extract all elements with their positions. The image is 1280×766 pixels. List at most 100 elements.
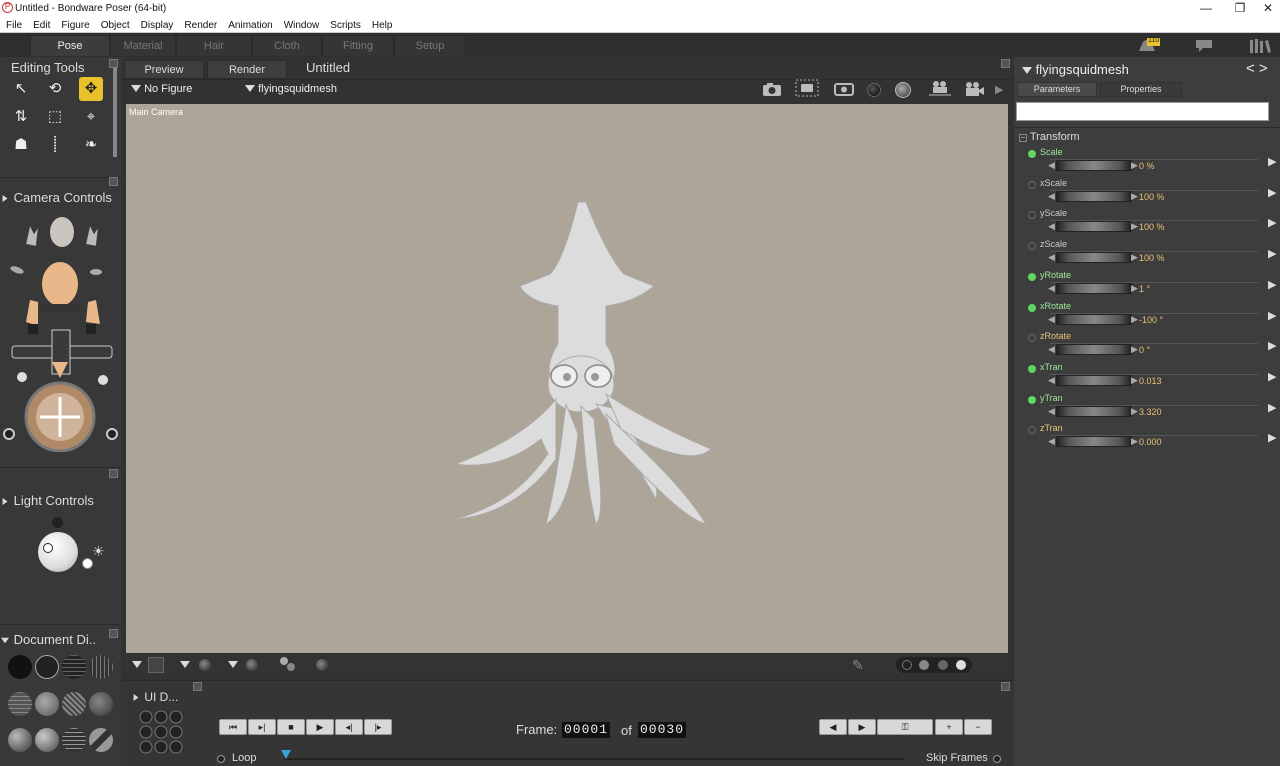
keyframe-indicator-icon[interactable] <box>1028 364 1036 373</box>
object-selector[interactable]: flyingsquidmesh <box>245 83 337 95</box>
shadow-toggle-icon[interactable] <box>148 657 164 673</box>
display-wireframe-icon[interactable] <box>62 655 86 679</box>
morph-brush-icon[interactable]: ❧ <box>79 133 103 157</box>
parameter-value[interactable]: 0.000 <box>1139 437 1162 447</box>
room-tab-material[interactable]: Material <box>110 35 176 56</box>
parameter-dial[interactable] <box>1056 313 1132 325</box>
taper-tool-icon[interactable]: ⌖ <box>79 105 103 129</box>
ui-dots-grid[interactable] <box>139 710 187 758</box>
parameter-value[interactable]: 100 % <box>1139 222 1165 232</box>
library-books-icon[interactable] <box>1248 37 1272 54</box>
dial-left-arrow-icon[interactable]: ◀ <box>1048 160 1055 171</box>
display-outline-icon[interactable] <box>35 655 59 679</box>
previous-keyframe-button[interactable]: ◀ <box>819 719 847 735</box>
parameters-menu-icon[interactable] <box>1001 59 1010 68</box>
menu-object[interactable]: Object <box>95 17 135 32</box>
scroll-right-icon[interactable]: ▶ <box>995 83 1003 96</box>
room-tab-setup[interactable]: Setup <box>394 35 466 56</box>
area-render-icon[interactable] <box>795 79 819 97</box>
timeline-scrubber-track[interactable] <box>284 758 904 760</box>
element-style-ball-icon[interactable] <box>246 659 258 671</box>
display-grid-icon[interactable] <box>62 728 86 752</box>
parameter-expand-arrow-icon[interactable]: ▶ <box>1268 309 1276 322</box>
dial-left-arrow-icon[interactable]: ◀ <box>1048 221 1055 232</box>
parameter-expand-arrow-icon[interactable]: ▶ <box>1268 278 1276 291</box>
step-forward-button[interactable]: ◂| <box>335 719 363 735</box>
dial-left-arrow-icon[interactable]: ◀ <box>1048 252 1055 263</box>
dial-right-arrow-icon[interactable]: ▶ <box>1131 160 1138 171</box>
dial-right-arrow-icon[interactable]: ▶ <box>1131 283 1138 294</box>
parameter-row-yRotate[interactable]: yRotate ◀ ▶ 1 ° ▶ <box>1014 268 1280 299</box>
parameter-value[interactable]: 100 % <box>1139 192 1165 202</box>
display-hidden-line-icon[interactable] <box>89 655 113 679</box>
collapse-minus-icon[interactable]: − <box>1019 134 1027 142</box>
dial-right-arrow-icon[interactable]: ▶ <box>1131 375 1138 386</box>
display-lit-wireframe-icon[interactable] <box>8 692 32 716</box>
skip-frames-checkbox[interactable] <box>993 755 1001 763</box>
parameter-expand-arrow-icon[interactable]: ▶ <box>1268 370 1276 383</box>
collapse-triangle-icon[interactable] <box>2 498 8 505</box>
keyframe-indicator-icon[interactable] <box>1028 272 1036 281</box>
left-panel-scrollbar[interactable] <box>110 57 121 157</box>
parameter-dial[interactable] <box>1056 436 1132 448</box>
minimize-button[interactable]: — <box>1188 1 1224 15</box>
parameter-row-Scale[interactable]: Scale ◀ ▶ 0 % ▶ <box>1014 145 1280 176</box>
dial-left-arrow-icon[interactable]: ◀ <box>1048 314 1055 325</box>
parameter-row-xRotate[interactable]: xRotate ◀ ▶ -100 ° ▶ <box>1014 299 1280 330</box>
chat-bubble-icon[interactable] <box>1194 38 1214 53</box>
parameter-row-zTran[interactable]: zTran ◀ ▶ 0.000 ▶ <box>1014 421 1280 452</box>
display-flat-lined-icon[interactable] <box>62 692 86 716</box>
view-mode-toggle[interactable] <box>896 657 972 673</box>
stop-button[interactable]: ■ <box>277 719 305 735</box>
animation-menu-icon[interactable] <box>1001 682 1010 691</box>
parameter-row-zScale[interactable]: zScale ◀ ▶ 100 % ▶ <box>1014 237 1280 268</box>
tab-preview[interactable]: Preview <box>124 60 204 79</box>
menu-window[interactable]: Window <box>278 17 325 32</box>
parameter-dial[interactable] <box>1056 405 1132 417</box>
dial-right-arrow-icon[interactable]: ▶ <box>1131 221 1138 232</box>
rotate-tool-icon[interactable]: ⟲ <box>43 77 67 101</box>
keyframe-indicator-icon[interactable] <box>1028 242 1036 251</box>
parameter-value[interactable]: -100 ° <box>1139 315 1163 325</box>
tab-parameters[interactable]: Parameters <box>1017 82 1097 97</box>
parameter-expand-arrow-icon[interactable]: ▶ <box>1268 186 1276 199</box>
preview-sphere-icon[interactable] <box>867 83 881 97</box>
keyframe-indicator-icon[interactable] <box>1028 395 1036 404</box>
sun-light-icon[interactable]: ☀ <box>92 543 105 560</box>
parameter-dial[interactable] <box>1056 344 1132 356</box>
menu-file[interactable]: File <box>0 17 27 32</box>
remove-keyframe-button[interactable]: − <box>964 719 992 735</box>
dial-left-arrow-icon[interactable]: ◀ <box>1048 436 1055 447</box>
figure-selector[interactable]: No Figure <box>131 83 192 95</box>
dial-right-arrow-icon[interactable]: ▶ <box>1131 191 1138 202</box>
dial-left-arrow-icon[interactable]: ◀ <box>1048 375 1055 386</box>
color-tool-icon[interactable]: ⸽ <box>43 133 67 157</box>
room-tab-pose[interactable]: Pose <box>30 35 110 56</box>
translate-tool-icon[interactable]: ✥ <box>79 77 103 101</box>
parameter-row-yScale[interactable]: yScale ◀ ▶ 100 % ▶ <box>1014 206 1280 237</box>
current-frame-field[interactable]: 00001 <box>562 722 611 738</box>
collapse-triangle-icon[interactable] <box>133 694 139 701</box>
parameter-dial[interactable] <box>1056 374 1132 386</box>
parameter-row-yTran[interactable]: yTran ◀ ▶ 3.320 ▶ <box>1014 391 1280 422</box>
parameter-value[interactable]: 3.320 <box>1139 407 1162 417</box>
parameter-row-zRotate[interactable]: zRotate ◀ ▶ 0 ° ▶ <box>1014 329 1280 360</box>
menu-scripts[interactable]: Scripts <box>324 17 366 32</box>
translate-in-out-icon[interactable]: ⇅ <box>9 105 33 129</box>
dropdown-triangle-icon[interactable] <box>228 661 238 668</box>
3d-viewport[interactable]: Main Camera <box>126 104 1008 653</box>
prev-next-actor-icon[interactable]: < > <box>1246 60 1268 77</box>
dial-left-arrow-icon[interactable]: ◀ <box>1048 406 1055 417</box>
camera-controls-menu-icon[interactable] <box>109 177 118 186</box>
squid-model[interactable] <box>446 194 726 534</box>
camera-right-knob-icon[interactable] <box>106 428 118 440</box>
display-smooth-shaded-icon[interactable] <box>8 728 32 752</box>
edit-keyframes-key-icon[interactable]: ⚿ <box>877 719 933 735</box>
camera-left-knob-icon[interactable] <box>3 428 15 440</box>
room-tab-fitting[interactable]: Fitting <box>322 35 394 56</box>
room-tab-cloth[interactable]: Cloth <box>252 35 322 56</box>
dial-left-arrow-icon[interactable]: ◀ <box>1048 191 1055 202</box>
preview-style-ball-icon[interactable] <box>199 659 211 671</box>
menu-display[interactable]: Display <box>135 17 179 32</box>
keyframe-indicator-icon[interactable] <box>1028 180 1036 189</box>
